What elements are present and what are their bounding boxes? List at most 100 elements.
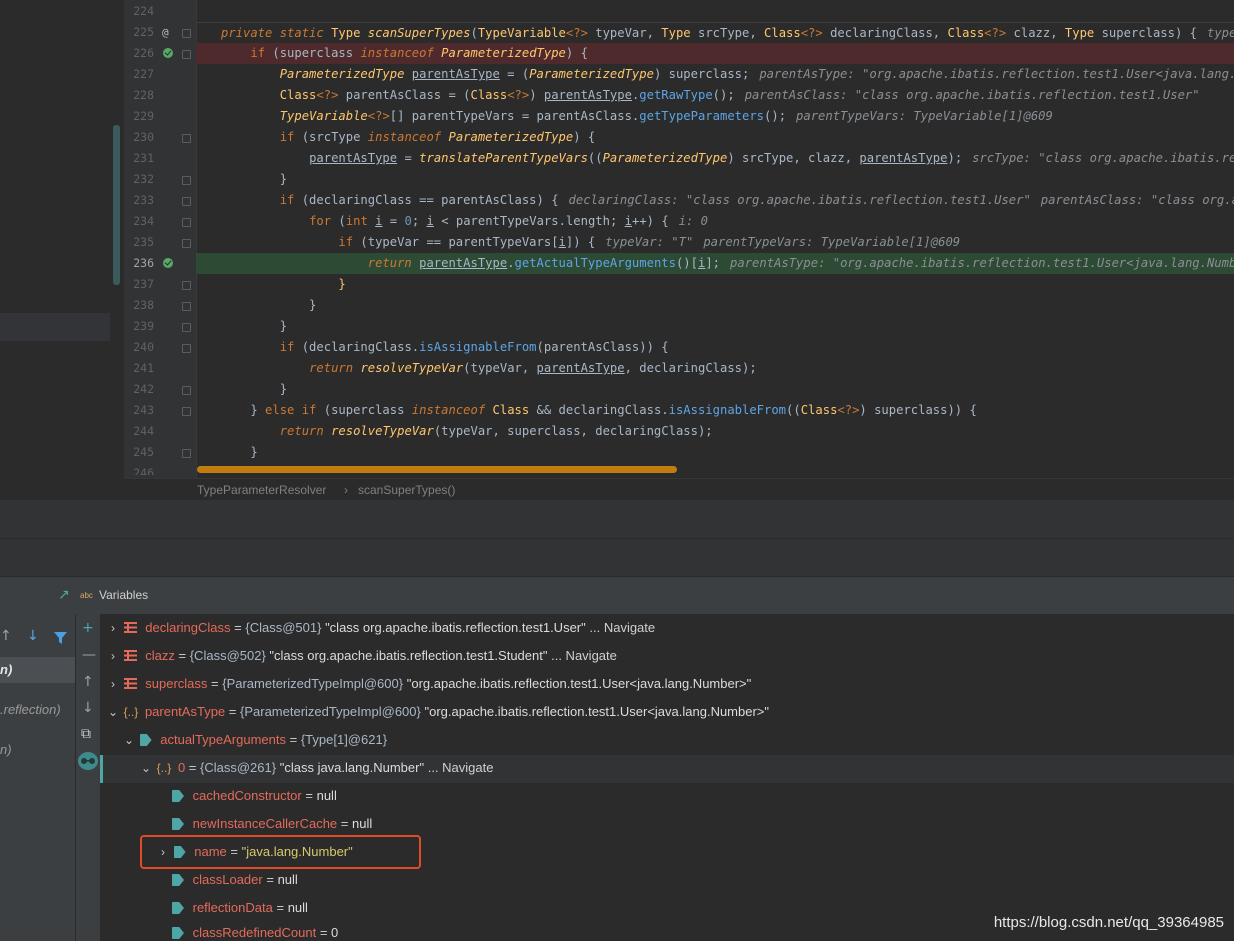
- fold-icon[interactable]: [182, 344, 191, 353]
- code-line-226[interactable]: if (superclass instanceof ParameterizedT…: [196, 43, 1234, 64]
- frame-item-selected[interactable]: n): [0, 657, 75, 683]
- fold-icon[interactable]: [182, 281, 191, 290]
- variable-row[interactable]: › superclass = {ParameterizedTypeImpl@60…: [106, 670, 751, 698]
- debug-hint: srcType: "class org.apache.ibatis.reflec…: [972, 151, 1234, 165]
- variable-row[interactable]: ⌄ {..} parentAsType = {ParameterizedType…: [106, 698, 769, 726]
- code-line-227[interactable]: ParameterizedType parentAsType = (Parame…: [196, 64, 1234, 85]
- fold-icon[interactable]: [182, 407, 191, 416]
- debugger-header: ↗ abc Variables: [0, 576, 1234, 616]
- override-marker-icon[interactable]: @: [162, 22, 169, 43]
- code-line-232[interactable]: }: [196, 169, 1234, 190]
- variable-value: "org.apache.ibatis.reflection.test1.User…: [424, 704, 770, 719]
- line-number: 229: [133, 109, 154, 123]
- line-number: 237: [133, 277, 154, 291]
- fold-icon[interactable]: [182, 218, 191, 227]
- variable-value: "class java.lang.Number": [279, 760, 425, 775]
- fold-icon[interactable]: [182, 50, 191, 59]
- line-number: 224: [133, 4, 154, 18]
- line-number: 241: [133, 361, 154, 375]
- selected-row[interactable]: [0, 313, 110, 341]
- debug-hint: typeVar: "T": [605, 235, 694, 249]
- remove-watch-icon[interactable]: —: [82, 647, 96, 663]
- variable-row-selected[interactable]: ⌄ {..} 0 = {Class@261} "class java.lang.…: [139, 754, 494, 782]
- fold-icon[interactable]: [182, 239, 191, 248]
- breadcrumb-class[interactable]: TypeParameterResolver: [197, 483, 326, 497]
- code-line-231[interactable]: parentAsType = translateParentTypeVars((…: [196, 148, 1234, 169]
- line-number: 245: [133, 445, 154, 459]
- variable-value: "org.apache.ibatis.reflection.test1.User…: [406, 676, 752, 691]
- fold-icon[interactable]: [182, 323, 191, 332]
- navigate-link[interactable]: ... Navigate: [589, 620, 655, 635]
- frame-up-icon[interactable]: ↑: [0, 628, 12, 644]
- variable-name: 0: [177, 760, 186, 775]
- line-number: 242: [133, 382, 154, 396]
- move-up-icon[interactable]: ↑: [82, 674, 94, 690]
- code-line-239[interactable]: }: [196, 316, 1234, 337]
- expand-icon[interactable]: ›: [106, 670, 120, 698]
- variable-name: cachedConstructor: [192, 788, 302, 803]
- tag-icon: [172, 902, 184, 914]
- frame-item[interactable]: n): [0, 742, 12, 757]
- variable-value: "class org.apache.ibatis.reflection.test…: [269, 648, 548, 663]
- restore-layout-icon[interactable]: ↗: [58, 587, 70, 603]
- code-line-242[interactable]: }: [196, 379, 1234, 400]
- breakpoint-icon[interactable]: [163, 258, 173, 268]
- move-down-icon[interactable]: ↓: [82, 700, 94, 716]
- code-line-244[interactable]: return resolveTypeVar(typeVar, superclas…: [196, 421, 1234, 442]
- navigate-link[interactable]: ... Navigate: [551, 648, 617, 663]
- frame-item[interactable]: .reflection): [0, 702, 61, 717]
- tab-variables[interactable]: Variables: [99, 588, 148, 602]
- glasses-icon[interactable]: [78, 752, 98, 770]
- code-line-228[interactable]: Class<?> parentAsClass = (Class<?>) pare…: [196, 85, 1234, 106]
- code-line-235[interactable]: if (typeVar == parentTypeVars[i]) {typeV…: [196, 232, 1234, 253]
- variable-row[interactable]: › declaringClass = {Class@501} "class or…: [106, 614, 655, 642]
- code-line-225[interactable]: private static Type scanSuperTypes(TypeV…: [196, 22, 1234, 44]
- variable-name: clazz: [145, 648, 175, 663]
- equals-sign: =: [266, 872, 274, 887]
- code-line-237[interactable]: }: [196, 274, 1234, 295]
- add-watch-icon[interactable]: +: [82, 620, 94, 636]
- fold-icon[interactable]: [182, 134, 191, 143]
- line-number: 226: [133, 46, 154, 60]
- code-line-245[interactable]: }: [196, 442, 1234, 463]
- variable-row[interactable]: classRedefinedCount = 0: [172, 922, 338, 941]
- variable-row[interactable]: › clazz = {Class@502} "class org.apache.…: [106, 642, 617, 670]
- breakpoint-icon[interactable]: [163, 48, 173, 58]
- code-line-236[interactable]: return parentAsType.getActualTypeArgumen…: [196, 253, 1234, 274]
- expand-icon[interactable]: ›: [106, 614, 120, 642]
- code-line-229[interactable]: TypeVariable<?>[] parentTypeVars = paren…: [196, 106, 1234, 127]
- fold-icon[interactable]: [182, 302, 191, 311]
- code-line-241[interactable]: return resolveTypeVar(typeVar, parentAsT…: [196, 358, 1234, 379]
- collapse-icon[interactable]: ⌄: [106, 698, 120, 726]
- variable-ref: {Class@501}: [245, 620, 322, 635]
- variable-row[interactable]: ⌄ actualTypeArguments = {Type[1]@621}: [122, 726, 387, 754]
- horizontal-scrollbar[interactable]: [197, 466, 677, 473]
- frame-down-icon[interactable]: ↓: [27, 628, 39, 644]
- fold-icon[interactable]: [182, 29, 191, 38]
- code-line-233[interactable]: if (declaringClass == parentAsClass) {de…: [196, 190, 1234, 211]
- highlight-box: [140, 835, 421, 869]
- collapse-icon[interactable]: ⌄: [122, 726, 136, 754]
- breadcrumb-method[interactable]: scanSuperTypes(): [358, 483, 455, 497]
- line-number: 243: [133, 403, 154, 417]
- expand-icon[interactable]: ›: [106, 642, 120, 670]
- copy-icon[interactable]: ⧉: [81, 726, 91, 742]
- line-number: 235: [133, 235, 154, 249]
- variable-row[interactable]: cachedConstructor = null: [172, 782, 337, 810]
- filter-icon[interactable]: [54, 630, 67, 649]
- fold-icon[interactable]: [182, 386, 191, 395]
- collapse-icon[interactable]: ⌄: [139, 754, 153, 782]
- code-line-240[interactable]: if (declaringClass.isAssignableFrom(pare…: [196, 337, 1234, 358]
- fold-icon[interactable]: [182, 176, 191, 185]
- code-line-238[interactable]: }: [196, 295, 1234, 316]
- variable-row[interactable]: newInstanceCallerCache = null: [172, 810, 372, 838]
- navigate-link[interactable]: ... Navigate: [428, 760, 494, 775]
- fold-icon[interactable]: [182, 449, 191, 458]
- fold-icon[interactable]: [182, 197, 191, 206]
- equals-sign: =: [178, 648, 187, 663]
- code-line-243[interactable]: } else if (superclass instanceof Class &…: [196, 400, 1234, 421]
- variable-row[interactable]: classLoader = null: [172, 866, 298, 894]
- code-line-234[interactable]: for (int i = 0; i < parentTypeVars.lengt…: [196, 211, 1234, 232]
- variable-row[interactable]: reflectionData = null: [172, 894, 308, 922]
- code-line-230[interactable]: if (srcType instanceof ParameterizedType…: [196, 127, 1234, 148]
